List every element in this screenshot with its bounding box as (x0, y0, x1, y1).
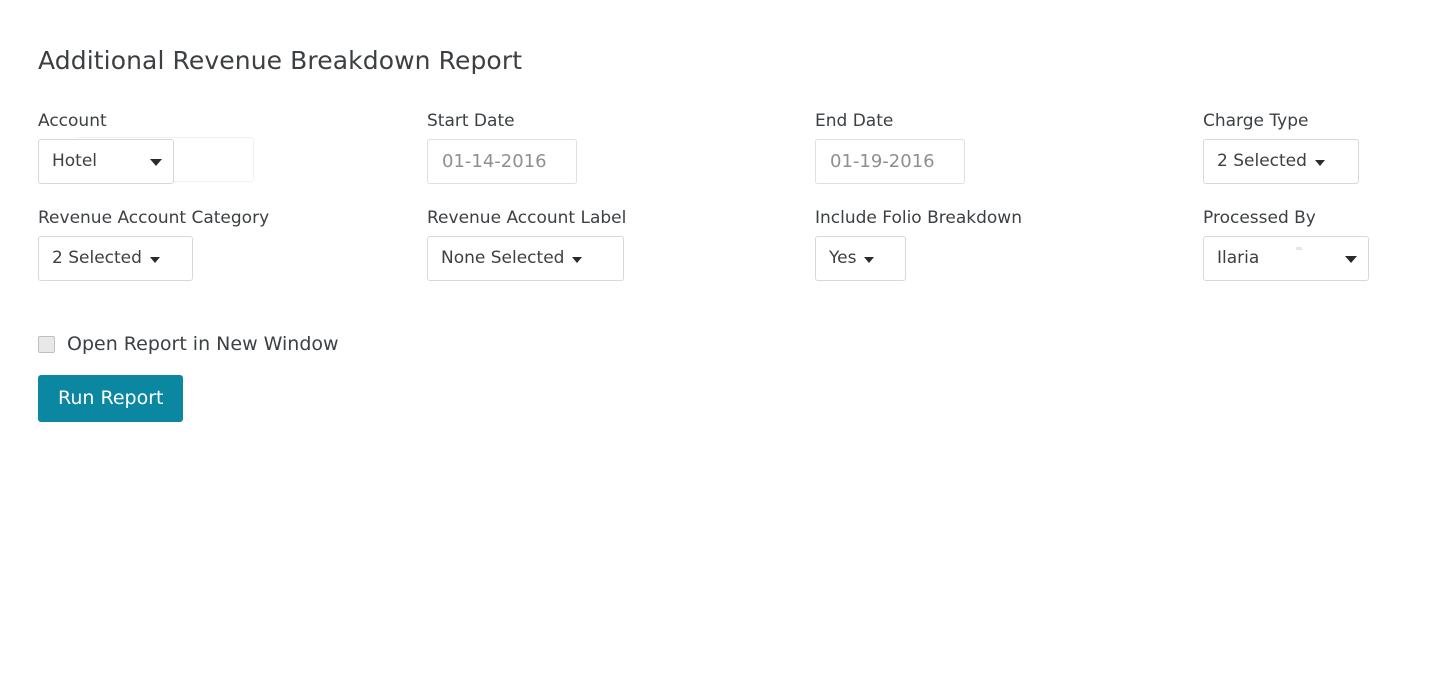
charge-type-value: 2 Selected (1217, 151, 1307, 171)
account-select-value: Hotel (52, 151, 98, 171)
label-end-date: End Date (815, 111, 894, 131)
caret-down-icon (149, 256, 160, 263)
field-revenue-account-category: Revenue Account Category 2 Selected (38, 207, 269, 281)
field-end-date: End Date (815, 110, 965, 184)
filter-row-1: Account Hotel Start Date End Date Charge… (0, 110, 1455, 207)
revenue-account-category-value: 2 Selected (52, 248, 142, 268)
include-folio-breakdown-dropdown[interactable]: Yes (815, 236, 906, 281)
label-charge-type: Charge Type (1203, 111, 1309, 131)
label-account: Account (38, 111, 107, 131)
field-revenue-account-label: Revenue Account Label None Selected (427, 207, 626, 281)
run-report-button[interactable]: Run Report (38, 375, 184, 422)
charge-type-dropdown[interactable]: 2 Selected (1203, 139, 1359, 184)
caret-down-icon (864, 256, 875, 263)
label-processed-by: Processed By (1203, 208, 1316, 228)
chevron-down-icon (1345, 256, 1357, 263)
field-processed-by: Processed By Ilaria (1203, 207, 1369, 281)
field-include-folio-breakdown: Include Folio Breakdown Yes (815, 207, 1022, 281)
caret-down-icon (1314, 159, 1325, 166)
revenue-account-label-value: None Selected (441, 248, 565, 268)
report-filters-form: Account Hotel Start Date End Date Charge… (0, 110, 1455, 304)
page-title: Additional Revenue Breakdown Report (38, 45, 523, 75)
chevron-down-icon (150, 159, 162, 166)
label-include-folio-breakdown: Include Folio Breakdown (815, 208, 1022, 228)
filter-row-2: Revenue Account Category 2 Selected Reve… (0, 207, 1455, 304)
account-select[interactable]: Hotel (38, 139, 174, 184)
revenue-account-category-dropdown[interactable]: 2 Selected (38, 236, 193, 281)
start-date-input[interactable] (427, 139, 577, 184)
caret-down-icon (572, 256, 583, 263)
label-revenue-account-label: Revenue Account Label (427, 208, 627, 228)
include-folio-breakdown-value: Yes (829, 248, 857, 268)
processed-by-truncation-artifact (1296, 247, 1302, 250)
open-in-new-window-checkbox[interactable] (38, 335, 55, 353)
field-start-date: Start Date (427, 110, 577, 184)
field-account: Account Hotel (38, 110, 254, 184)
processed-by-select[interactable]: Ilaria (1203, 236, 1369, 281)
revenue-account-label-dropdown[interactable]: None Selected (427, 236, 624, 281)
open-in-new-window-label[interactable]: Open Report in New Window (67, 332, 339, 356)
processed-by-value: Ilaria (1217, 248, 1260, 268)
label-revenue-account-category: Revenue Account Category (38, 208, 270, 228)
report-page: { "page": { "title": "Additional Revenue… (0, 0, 1455, 677)
label-start-date: Start Date (427, 111, 515, 131)
open-in-new-window-row: Open Report in New Window (38, 332, 339, 356)
field-charge-type: Charge Type 2 Selected (1203, 110, 1359, 184)
end-date-input[interactable] (815, 139, 965, 184)
